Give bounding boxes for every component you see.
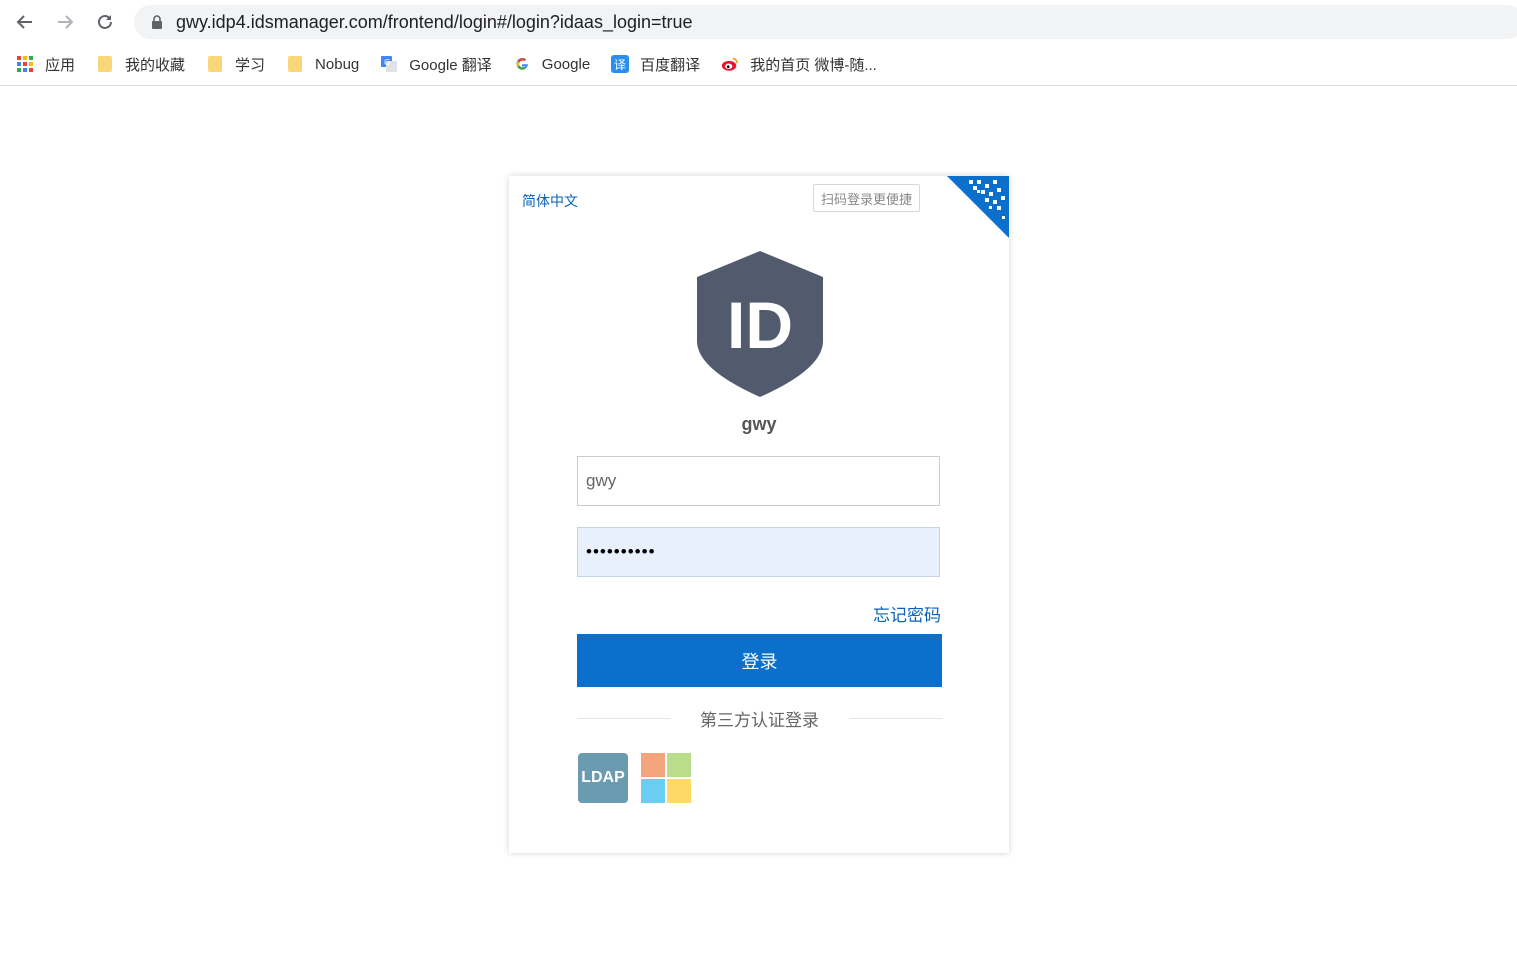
microsoft-login-button[interactable] xyxy=(641,753,691,803)
back-button[interactable] xyxy=(11,8,39,36)
bookmark-favorites[interactable]: 我的收藏 xyxy=(96,54,185,75)
bookmark-weibo[interactable]: 我的首页 微博-随... xyxy=(721,54,877,75)
weibo-icon xyxy=(721,55,739,73)
bookmark-label: Google xyxy=(541,55,591,73)
third-party-divider: 第三方认证登录 xyxy=(577,706,942,731)
svg-text:译: 译 xyxy=(614,58,626,72)
address-bar[interactable]: gwy.idp4.idsmanager.com/frontend/login#/… xyxy=(134,5,1517,39)
bookmark-study[interactable]: 学习 xyxy=(206,54,265,75)
apps-grid-icon xyxy=(16,55,34,73)
url-text: gwy.idp4.idsmanager.com/frontend/login#/… xyxy=(176,11,693,32)
tenant-name: gwy xyxy=(741,414,777,434)
bookmark-label: 我的收藏 xyxy=(125,56,186,74)
login-button[interactable]: 登录 xyxy=(577,634,942,687)
bookmark-label: 应用 xyxy=(45,56,76,74)
bookmark-baidu-translate[interactable]: 译 百度翻译 xyxy=(611,54,700,75)
bookmark-google-translate[interactable]: G Google 翻译 xyxy=(380,54,492,75)
forgot-password-link[interactable]: 忘记密码 xyxy=(873,601,941,626)
folder-icon xyxy=(96,55,114,73)
reload-button[interactable] xyxy=(91,8,119,36)
divider-line xyxy=(849,718,942,719)
reload-icon xyxy=(98,14,112,29)
google-translate-icon: G xyxy=(380,55,398,73)
bookmark-apps[interactable]: 应用 xyxy=(16,54,75,75)
lock-icon xyxy=(148,13,166,31)
arrow-left-icon xyxy=(16,15,32,29)
arrow-right-icon xyxy=(58,15,74,29)
bookmark-label: 我的首页 微博-随... xyxy=(750,56,877,74)
google-icon xyxy=(513,55,531,73)
bookmark-nobug[interactable]: Nobug xyxy=(286,55,359,73)
qr-login-toggle[interactable] xyxy=(947,176,1009,238)
id-logo: ID xyxy=(697,251,823,397)
folder-icon xyxy=(286,55,304,73)
bookmark-label: 学习 xyxy=(235,56,266,74)
forward-button[interactable] xyxy=(51,8,79,36)
bookmark-google[interactable]: Google xyxy=(513,55,590,73)
bookmark-label: Google 翻译 xyxy=(409,56,492,74)
divider-line xyxy=(577,718,670,719)
third-party-label: 第三方认证登录 xyxy=(700,711,819,730)
language-switch[interactable]: 简体中文 xyxy=(522,191,578,211)
baidu-translate-icon: 译 xyxy=(611,55,630,73)
bookmark-label: Nobug xyxy=(315,55,360,73)
password-input[interactable] xyxy=(577,527,940,577)
bookmarks-bar: 应用 我的收藏 学习 Nobug G Google 翻译 Google 译 百度… xyxy=(0,43,1517,86)
browser-toolbar: gwy.idp4.idsmanager.com/frontend/login#/… xyxy=(0,0,1517,43)
bookmark-label: 百度翻译 xyxy=(640,56,701,74)
ldap-login-button[interactable]: LDAP xyxy=(578,753,628,803)
ldap-label: LDAP xyxy=(581,769,625,786)
login-card: 简体中文 扫码登录更便捷 ID gwy 忘记密码 登录 第三方认证登录 LDAP xyxy=(509,176,1009,853)
qr-code-icon xyxy=(947,176,1009,238)
folder-icon xyxy=(206,55,224,73)
username-input[interactable] xyxy=(577,456,940,506)
svg-text:G: G xyxy=(384,58,390,67)
qr-login-tip: 扫码登录更便捷 xyxy=(813,184,921,212)
logo-text: ID xyxy=(727,288,793,362)
